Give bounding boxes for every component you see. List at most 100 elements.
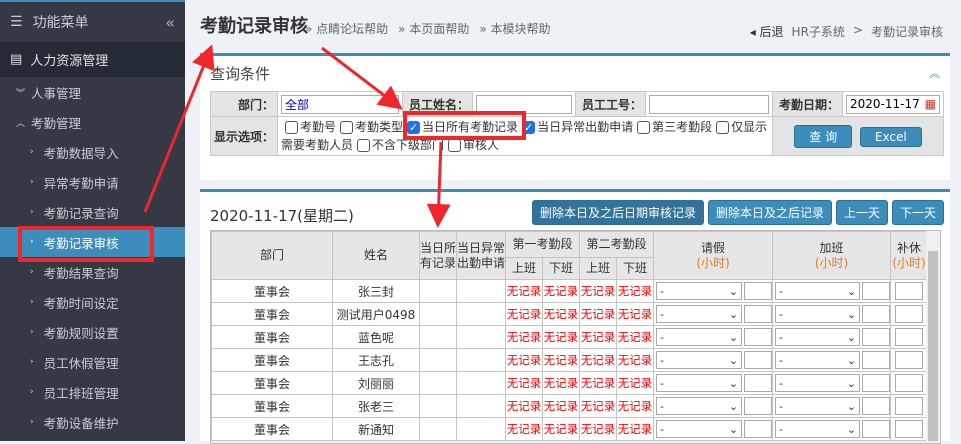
- leave-type-select[interactable]: - ⌄: [656, 351, 743, 369]
- leave-type-select[interactable]: - ⌄: [656, 397, 743, 415]
- cell-dept: 董事会: [211, 348, 333, 372]
- cell-punch: 无记录: [505, 394, 543, 418]
- checkbox[interactable]: [357, 139, 371, 152]
- sidebar-item[interactable]: › 员工休假管理: [0, 347, 185, 377]
- comp-hours-input[interactable]: [895, 305, 924, 323]
- vertical-scrollbar[interactable]: [926, 231, 940, 443]
- checkbox[interactable]: [340, 121, 354, 134]
- option-checkbox[interactable]: 审核人: [444, 138, 499, 152]
- overtime-type-select[interactable]: - ⌄: [775, 305, 861, 323]
- sidebar-item[interactable]: › 考勤记录查询: [0, 197, 185, 227]
- sidebar-item-hr[interactable]: ▤ 人力资源管理: [0, 42, 185, 77]
- overtime-type-select[interactable]: - ⌄: [775, 328, 861, 346]
- sidebar-item[interactable]: › 异常考勤申请: [0, 167, 185, 197]
- comp-hours-input[interactable]: [895, 328, 924, 346]
- search-button[interactable]: 查 询: [794, 124, 853, 148]
- col-leave: 请假 (小时): [653, 231, 774, 280]
- option-checkbox[interactable]: ✓ 当日异常出勤申请: [518, 120, 633, 134]
- leave-type-select[interactable]: - ⌄: [656, 328, 743, 346]
- leave-hours-input[interactable]: [744, 397, 773, 415]
- cell-punch: 无记录: [541, 394, 581, 418]
- col-dept: 部门: [211, 231, 333, 280]
- collapse-icon[interactable]: «: [165, 13, 175, 32]
- sidebar-item[interactable]: › 考勤时间设定: [0, 287, 185, 317]
- option-checkbox[interactable]: 考勤号: [281, 120, 336, 134]
- delete-later-audit-button[interactable]: 删除本日及之后日期审核记录: [531, 200, 704, 225]
- next-day-button[interactable]: 下一天: [891, 200, 944, 225]
- comp-hours-input[interactable]: [895, 374, 924, 392]
- comp-hours-input[interactable]: [895, 282, 924, 300]
- breadcrumb-item[interactable]: HR子系统: [792, 23, 845, 40]
- back-link[interactable]: ◂ 后退: [750, 23, 784, 40]
- cell-name: 张老三: [332, 394, 420, 418]
- chevron-right-icon: ›: [30, 387, 34, 397]
- excel-button[interactable]: Excel: [859, 126, 922, 147]
- scrollbar-thumb[interactable]: [928, 251, 938, 441]
- overtime-hours-input[interactable]: [862, 328, 891, 346]
- overtime-type-select[interactable]: - ⌄: [775, 374, 861, 392]
- comp-hours-input[interactable]: [895, 397, 924, 415]
- leave-type-select[interactable]: - ⌄: [656, 282, 743, 300]
- option-checkbox[interactable]: 不含下级部门: [353, 138, 444, 152]
- overtime-type-select[interactable]: - ⌄: [775, 397, 861, 415]
- overtime-type-select[interactable]: - ⌄: [775, 351, 861, 369]
- sidebar-item[interactable]: › 员工排班管理: [0, 377, 185, 407]
- page-help-link[interactable]: » 本页面帮助: [398, 20, 469, 37]
- select-value: -: [660, 353, 665, 367]
- cell-punch: 无记录: [505, 302, 543, 326]
- leave-type-select[interactable]: - ⌄: [656, 305, 743, 323]
- checkbox[interactable]: [637, 121, 651, 134]
- leave-hours-input[interactable]: [744, 282, 773, 300]
- cell-punch: 无记录: [579, 348, 618, 372]
- overtime-type-select[interactable]: - ⌄: [775, 420, 861, 438]
- sidebar-group-attendance[interactable]: ︿ 考勤管理: [0, 107, 185, 137]
- checkbox[interactable]: [716, 121, 730, 134]
- cell-punch: 无记录: [505, 348, 543, 372]
- leave-hours-input[interactable]: [744, 374, 773, 392]
- module-help-link[interactable]: » 本模块帮助: [479, 20, 550, 37]
- overtime-hours-input[interactable]: [862, 397, 891, 415]
- collapse-up-icon[interactable]: ︽: [929, 65, 940, 81]
- dept-select[interactable]: 全部 ▾: [281, 94, 400, 114]
- select-value: -: [660, 330, 665, 344]
- leave-hours-input[interactable]: [744, 420, 773, 438]
- calendar-icon[interactable]: ▦: [925, 97, 936, 111]
- overtime-hours-input[interactable]: [862, 351, 891, 369]
- chevron-down-icon: ⌄: [846, 284, 857, 298]
- chevron-up-icon: ︿: [16, 118, 26, 129]
- checkbox[interactable]: [285, 121, 299, 134]
- cell-leave: - ⌄: [653, 348, 774, 372]
- overtime-hours-input[interactable]: [862, 282, 891, 300]
- sidebar-item[interactable]: › 考勤数据导入: [0, 137, 185, 167]
- employee-id-input[interactable]: [649, 94, 770, 114]
- leave-hours-input[interactable]: [744, 305, 773, 323]
- comp-hours-input[interactable]: [895, 351, 924, 369]
- delete-later-records-button[interactable]: 删除本日及之后记录: [707, 200, 832, 225]
- option-checkbox[interactable]: 第三考勤段: [633, 120, 712, 134]
- cell-comp: [890, 394, 929, 418]
- comp-hours-input[interactable]: [895, 420, 924, 438]
- cell-all: [419, 394, 457, 418]
- date-input[interactable]: 2020-11-17 ▦: [846, 94, 940, 114]
- leave-hours-input[interactable]: [744, 328, 773, 346]
- cell-punch: 无记录: [579, 279, 618, 303]
- overtime-hours-input[interactable]: [862, 420, 891, 438]
- chevron-right-icon: ›: [30, 207, 34, 217]
- sidebar-group-personnel[interactable]: ︾ 人事管理: [0, 77, 185, 107]
- forum-help-link[interactable]: » 点睛论坛帮助: [305, 20, 388, 37]
- sidebar-item[interactable]: › 考勤规则设置: [0, 317, 185, 347]
- option-checkbox[interactable]: 考勤类型: [336, 120, 403, 134]
- checkbox[interactable]: [448, 139, 462, 152]
- overtime-hours-input[interactable]: [862, 374, 891, 392]
- cell-punch: 无记录: [616, 279, 655, 303]
- sidebar-item[interactable]: › 考勤设备维护: [0, 407, 185, 437]
- overtime-type-select[interactable]: - ⌄: [775, 282, 861, 300]
- leave-type-select[interactable]: - ⌄: [656, 374, 743, 392]
- prev-day-button[interactable]: 上一天: [835, 200, 888, 225]
- overtime-hours-input[interactable]: [862, 305, 891, 323]
- leave-type-select[interactable]: - ⌄: [656, 420, 743, 438]
- cell-comp: [890, 417, 929, 441]
- leave-hours-input[interactable]: [744, 351, 773, 369]
- cell-punch: 无记录: [541, 302, 581, 326]
- table-row: 董事会 张三封 无记录 无记录 无记录 无记录 - ⌄ - ⌄: [211, 279, 929, 303]
